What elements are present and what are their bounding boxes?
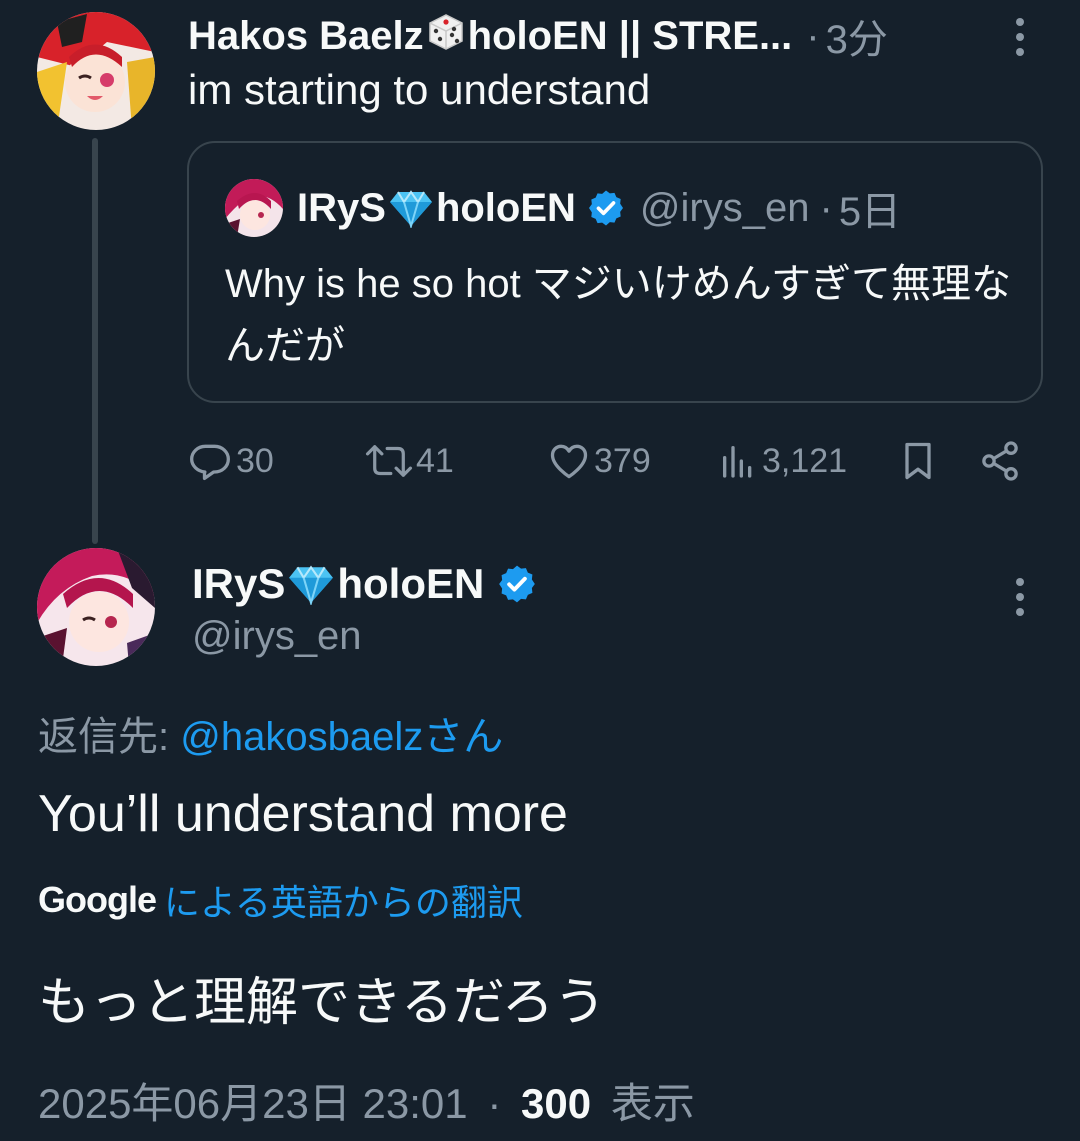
first-tweet-header: Hakos Baelz holoEN || STRE... · 3分 [188, 7, 888, 65]
share-icon [978, 439, 1022, 483]
quoted-tweet-card[interactable]: IRyS holoEN @irys_en · 5日 Why is he so h… [187, 141, 1043, 403]
heart-icon [546, 439, 592, 483]
author-name-suffix[interactable]: holoEN || STRE... [468, 14, 793, 59]
header-separator: · [806, 13, 820, 58]
quoted-author-name: IRyS [297, 185, 386, 230]
retweet-icon [364, 439, 414, 483]
more-vertical-icon[interactable] [1005, 12, 1035, 62]
quoted-tweet-text: Why is he so hot マジいけめんすぎて無理なんだが [225, 262, 1011, 368]
footer-view-label: 表示 [610, 1080, 695, 1127]
diamond-emoji-icon [388, 188, 434, 228]
quoted-handle: @irys_en [639, 185, 810, 230]
like-count: 379 [594, 441, 651, 480]
verified-badge-icon[interactable] [496, 563, 538, 605]
quoted-time: 5日 [838, 190, 902, 234]
tweet-thread-page: Hakos Baelz holoEN || STRE... · 3分 im st… [0, 0, 1080, 1141]
reply-count: 30 [236, 441, 274, 480]
bookmark-button[interactable] [896, 434, 940, 488]
author-name[interactable]: Hakos Baelz [188, 14, 424, 59]
reply-to-mention[interactable]: @hakosbaelzさん [180, 715, 503, 759]
view-count: 3,121 [762, 441, 848, 480]
translation-label[interactable]: による英語からの翻訳 [164, 874, 523, 926]
reply-to-line: 返信先: @hakosbaelzさん [38, 704, 503, 762]
quoted-tweet-header: IRyS holoEN @irys_en · 5日 [225, 179, 901, 237]
retweet-count: 41 [416, 441, 454, 480]
tweet-action-bar: 30 41 379 3,121 [188, 434, 1038, 488]
like-button[interactable]: 379 [546, 434, 651, 488]
main-author-name-suffix[interactable]: holoEN [337, 560, 484, 608]
dice-emoji-icon [426, 11, 466, 61]
main-author-handle[interactable]: @irys_en [192, 614, 362, 659]
views-bar-icon [718, 439, 758, 483]
main-author-row: IRyS holoEN [192, 556, 538, 612]
diamond-emoji-icon [287, 563, 335, 605]
footer-view-count: 300 [520, 1080, 592, 1127]
translated-text: もっと理解できるだろう [38, 974, 606, 1032]
quoted-separator: · [819, 185, 833, 230]
quoted-author-name-suffix: holoEN [435, 185, 576, 230]
verified-badge-icon [586, 188, 626, 228]
translation-attribution: Google による英語からの翻訳 [38, 874, 523, 926]
tweet-time[interactable]: 3分 [826, 7, 888, 65]
share-button[interactable] [978, 434, 1022, 488]
views-button[interactable]: 3,121 [718, 434, 847, 488]
thread-connector-line [92, 138, 98, 544]
avatar-hakos-baelz[interactable] [37, 12, 155, 130]
tweet-meta-footer: 2025年06月23日 23:01 · 300 表示 [38, 1070, 695, 1131]
reply-bubble-icon [188, 439, 232, 483]
tweet-timestamp[interactable]: 2025年06月23日 23:01 [38, 1080, 468, 1127]
more-vertical-icon[interactable] [1005, 572, 1035, 622]
reply-to-prefix: 返信先: [38, 715, 181, 759]
bookmark-icon [896, 439, 940, 483]
retweet-button[interactable]: 41 [364, 434, 454, 488]
footer-separator: · [487, 1080, 502, 1127]
main-tweet-text: You’ll understand more [38, 785, 568, 843]
google-logo: Google [38, 879, 157, 920]
reply-button[interactable]: 30 [188, 434, 274, 488]
avatar-irys[interactable] [37, 548, 155, 666]
main-author-name[interactable]: IRyS [192, 560, 285, 608]
tweet-text: im starting to understand [188, 66, 651, 113]
avatar-irys-small [225, 179, 283, 237]
